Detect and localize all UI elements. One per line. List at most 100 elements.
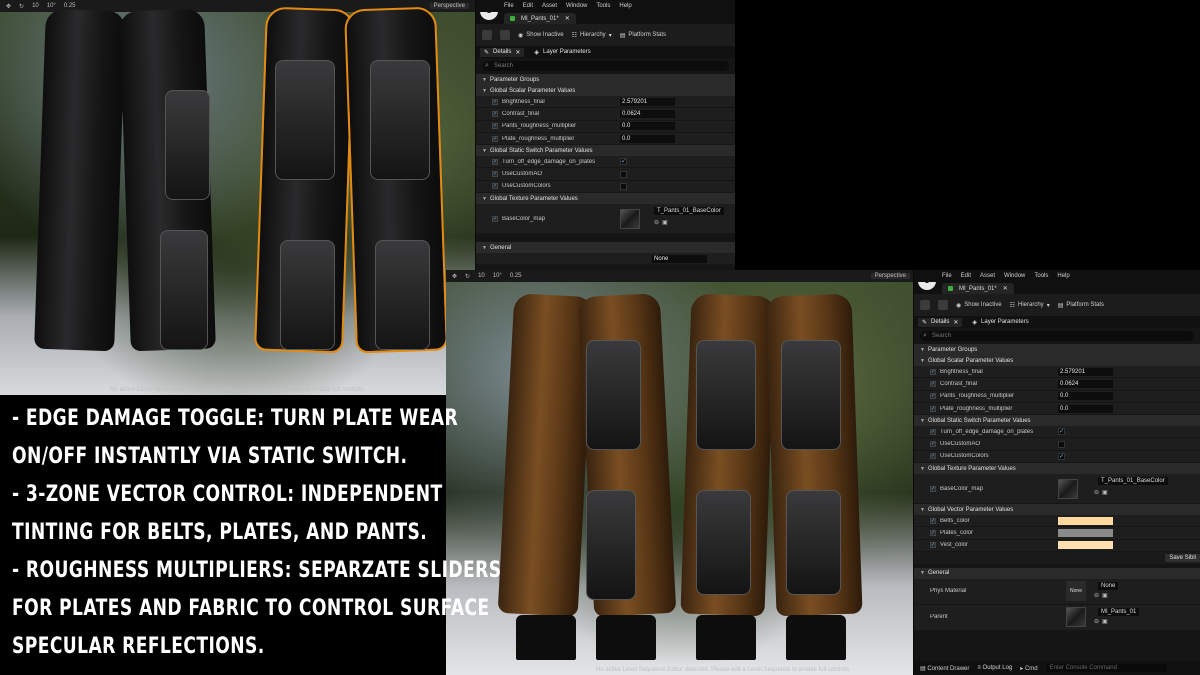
override-checkbox[interactable]: ✓ [930,485,936,492]
color-swatch[interactable] [1058,541,1113,550]
switch-checkbox[interactable]: ✓ [620,158,627,166]
texture-thumbnail[interactable] [620,208,640,229]
arrow-left-icon[interactable]: ⊖ [654,219,659,226]
menu-help[interactable]: Help [1057,273,1069,279]
rotation-snap-value[interactable]: 10° [47,3,56,9]
hierarchy-button[interactable]: ☷ Hierarchy ▾ [572,32,612,39]
override-checkbox[interactable]: ✓ [930,542,936,549]
close-icon[interactable]: ✕ [1003,285,1008,292]
menu-window[interactable]: Window [566,3,587,9]
save-icon[interactable] [920,300,930,310]
menu-tools[interactable]: Tools [596,3,610,9]
override-checkbox[interactable]: ✓ [492,135,498,142]
hierarchy-button[interactable]: ☷ Hierarchy ▾ [1010,302,1050,309]
viewport-bottom-center[interactable]: ✥ ↻ 10 10° 0.25 Perspective No active Le… [446,270,916,675]
switch-checkbox[interactable] [620,182,627,190]
menu-edit[interactable]: Edit [961,273,971,279]
browse-icon[interactable] [938,300,948,310]
category-general[interactable]: ▼ General [476,242,735,254]
platform-stats-button[interactable]: ▤ Platform Stats [1058,302,1104,309]
param-value-field[interactable]: 0.0 [1058,392,1113,401]
override-checkbox[interactable]: ✓ [492,123,498,130]
tab-details[interactable]: ✎ Details ✕ [918,317,963,327]
override-checkbox[interactable]: ✓ [492,215,498,222]
menu-tools[interactable]: Tools [1034,273,1048,279]
category-parameter-groups[interactable]: ▼ Parameter Groups [476,74,735,85]
grid-snap-value[interactable]: 10 [32,3,39,9]
switch-checkbox[interactable]: ✓ [1058,428,1065,436]
folder-icon[interactable]: ▣ [1102,618,1108,625]
category-general[interactable]: ▼ General [914,567,1200,579]
category-static-switch[interactable]: ▼ Global Static Switch Parameter Values [914,415,1200,427]
param-value-field[interactable]: 0.0 [620,134,675,143]
override-checkbox[interactable]: ✓ [930,441,936,448]
menu-edit[interactable]: Edit [523,3,533,9]
cmd-dropdown[interactable]: ▸ Cmd [1020,665,1037,672]
override-checkbox[interactable]: ✓ [930,530,936,537]
folder-icon[interactable]: ▣ [1102,592,1108,599]
phys-material-thumbnail[interactable]: None [1066,581,1086,602]
content-drawer-button[interactable]: ▤ Content Drawer [920,665,969,672]
details-search-input[interactable]: Search [920,331,1194,341]
show-inactive-button[interactable]: ◉ Show Inactive [956,302,1002,309]
parent-thumbnail[interactable] [1066,607,1086,628]
tab-details[interactable]: ✎ Details ✕ [480,47,525,57]
override-checkbox[interactable]: ✓ [492,110,498,117]
override-checkbox[interactable]: ✓ [930,368,936,375]
category-texture[interactable]: ▼ Global Texture Parameter Values [476,193,735,205]
show-inactive-button[interactable]: ◉ Show Inactive [518,32,564,39]
perspective-button[interactable]: Perspective [870,273,910,279]
grid-snap-value[interactable]: 10 [478,273,485,279]
asset-tab[interactable]: MI_Pants_01* ✕ [942,283,1014,294]
menu-file[interactable]: File [504,3,514,9]
override-checkbox[interactable]: ✓ [930,517,936,524]
save-icon[interactable] [482,30,492,40]
param-value-field[interactable]: 0.0624 [1058,379,1113,388]
rotation-snap-value[interactable]: 10° [493,273,502,279]
color-swatch[interactable] [1058,516,1113,525]
perspective-button[interactable]: Perspective [429,3,469,9]
move-tool-icon[interactable]: ✥ [6,3,11,10]
close-icon[interactable]: ✕ [953,319,958,326]
scale-snap-value[interactable]: 0.25 [64,3,76,9]
menu-help[interactable]: Help [619,3,631,9]
rotate-tool-icon[interactable]: ↻ [19,3,24,10]
platform-stats-button[interactable]: ▤ Platform Stats [620,32,666,39]
output-log-button[interactable]: ≡ Output Log [977,665,1012,671]
details-search-input[interactable]: Search [482,61,729,71]
switch-checkbox[interactable] [1058,440,1065,448]
category-scalar[interactable]: ▼ Global Scalar Parameter Values [476,85,735,96]
tab-layer-parameters[interactable]: ◈ Layer Parameters [534,49,590,56]
override-checkbox[interactable]: ✓ [492,183,498,190]
tab-layer-parameters[interactable]: ◈ Layer Parameters [972,319,1028,326]
console-command-input[interactable]: Enter Console Command [1045,664,1166,672]
arrow-left-icon[interactable]: ⊖ [1094,489,1099,496]
folder-icon[interactable]: ▣ [662,219,668,226]
menu-asset[interactable]: Asset [980,273,995,279]
save-sibling-button[interactable]: Save Sibli [1165,553,1200,562]
parent-dropdown[interactable]: MI_Pants_01 [1098,607,1140,616]
param-value-field[interactable]: 2.579201 [1058,367,1113,376]
texture-thumbnail[interactable] [1058,478,1078,499]
folder-icon[interactable]: ▣ [1102,489,1108,496]
category-scalar[interactable]: ▼ Global Scalar Parameter Values [914,355,1200,366]
arrow-left-icon[interactable]: ⊖ [1094,618,1099,625]
param-value-field[interactable]: 0.0 [620,122,675,131]
asset-tab[interactable]: MI_Pants_01* ✕ [504,13,576,24]
override-checkbox[interactable]: ✓ [930,453,936,460]
param-value-field[interactable]: 0.0624 [620,109,675,118]
menu-asset[interactable]: Asset [542,3,557,9]
override-checkbox[interactable]: ✓ [492,98,498,105]
color-swatch[interactable] [1058,529,1113,538]
menu-window[interactable]: Window [1004,273,1025,279]
override-checkbox[interactable]: ✓ [930,380,936,387]
texture-asset-dropdown[interactable]: T_Pants_01_BaseColor [654,207,724,216]
rotate-tool-icon[interactable]: ↻ [465,273,470,280]
category-texture[interactable]: ▼ Global Texture Parameter Values [914,463,1200,475]
override-checkbox[interactable]: ✓ [930,405,936,412]
param-value-field[interactable]: None [652,254,707,263]
category-vector[interactable]: ▼ Global Vector Parameter Values [914,504,1200,516]
param-value-field[interactable]: 2.579201 [620,97,675,106]
switch-checkbox[interactable] [620,170,627,178]
category-static-switch[interactable]: ▼ Global Static Switch Parameter Values [476,145,735,157]
